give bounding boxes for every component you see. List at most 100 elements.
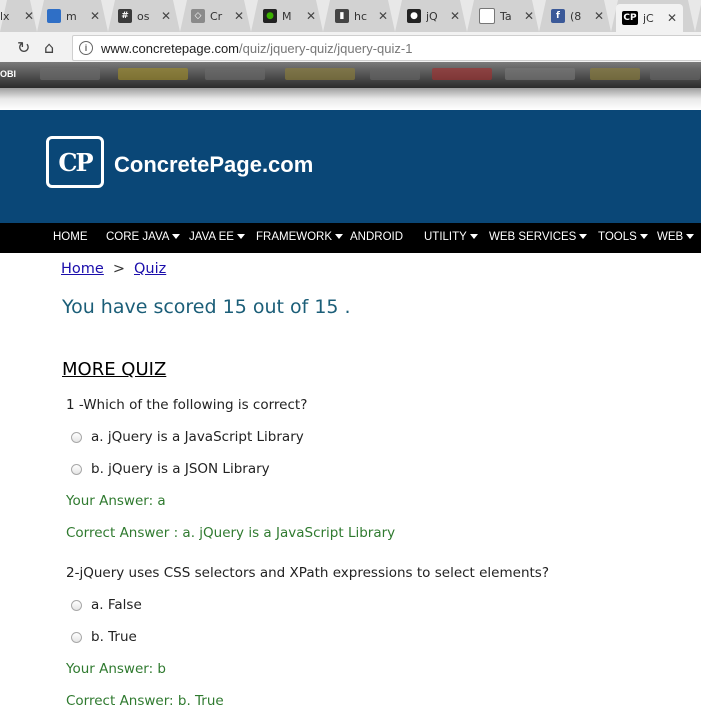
option-label: a. jQuery is a JavaScript Library <box>91 429 304 445</box>
page-favicon-icon <box>479 8 495 24</box>
radio-button[interactable] <box>71 599 82 611</box>
reload-icon[interactable]: ↻ <box>17 38 30 57</box>
option-label: b. jQuery is a JSON Library <box>91 461 270 477</box>
answer-option[interactable]: b. True <box>71 629 137 645</box>
bookmark-item[interactable] <box>590 68 640 80</box>
tab-divider <box>316 0 330 32</box>
browser-tab[interactable]: lx ✕ <box>0 3 34 29</box>
close-icon[interactable]: ✕ <box>234 9 244 23</box>
concretepage-favicon-icon: CP <box>622 11 638 25</box>
tab-divider <box>388 0 402 32</box>
tab-title: m <box>66 9 77 23</box>
question-text: 2-jQuery uses CSS selectors and XPath ex… <box>66 565 549 581</box>
close-icon[interactable]: ✕ <box>450 9 460 23</box>
browser-tab-strip: lx ✕ m ✕ # os ✕ ◇ Cr ✕ ● M ✕ ▮ hc ✕ ● jQ… <box>0 0 701 32</box>
browser-tab[interactable]: # os ✕ <box>118 3 171 29</box>
url-host: www.concretepage.com <box>101 40 240 56</box>
url-path: /quiz/jquery-quiz/jquery-quiz-1 <box>239 40 413 56</box>
answer-option[interactable]: a. jQuery is a JavaScript Library <box>71 429 304 445</box>
tab-title: (8 <box>570 9 582 23</box>
close-icon[interactable]: ✕ <box>161 9 171 23</box>
home-icon[interactable]: ⌂ <box>44 38 54 57</box>
tab-divider <box>173 0 187 32</box>
bookmark-item[interactable] <box>505 68 575 80</box>
codepen-favicon-icon: ◇ <box>191 9 205 23</box>
radio-button[interactable] <box>71 631 82 643</box>
question-text: 1 -Which of the following is correct? <box>66 397 308 413</box>
caret-down-icon <box>236 234 245 239</box>
bookmark-item[interactable] <box>650 68 700 80</box>
browser-tab[interactable]: ● jQ ✕ <box>407 3 460 29</box>
facebook-favicon-icon: f <box>551 9 565 23</box>
correct-answer: Correct Answer: b. True <box>66 693 224 709</box>
close-icon[interactable]: ✕ <box>667 11 677 25</box>
correct-answer: Correct Answer : a. jQuery is a JavaScri… <box>66 525 396 541</box>
site-header: CP ConcretePage.com <box>0 110 701 223</box>
browser-toolbar: ↻ ⌂ i www.concretepage.com/quiz/jquery-q… <box>0 32 701 62</box>
blurred-region <box>0 88 701 110</box>
tab-title: lx <box>0 9 10 23</box>
breadcrumb-home-link[interactable]: Home <box>61 261 104 277</box>
github-favicon-icon: ● <box>407 9 421 23</box>
tab-divider <box>532 0 546 32</box>
option-label: a. False <box>91 597 142 613</box>
close-icon[interactable]: ✕ <box>90 9 100 23</box>
breadcrumb-quiz-link[interactable]: Quiz <box>134 261 166 277</box>
radio-button[interactable] <box>71 463 82 475</box>
your-answer: Your Answer: a <box>66 493 166 509</box>
caret-down-icon <box>579 234 588 239</box>
tab-title: Cr <box>210 9 223 23</box>
tab-divider <box>30 0 44 32</box>
tab-divider <box>244 0 258 32</box>
tab-divider <box>101 0 115 32</box>
info-icon[interactable]: i <box>79 41 93 55</box>
answer-option[interactable]: b. jQuery is a JSON Library <box>71 461 270 477</box>
site-name[interactable]: ConcretePage.com <box>114 152 313 178</box>
browser-tab[interactable]: ◇ Cr ✕ <box>191 3 244 29</box>
green-dot-favicon-icon: ● <box>263 9 277 23</box>
browser-tab[interactable]: Ta ✕ <box>479 3 534 29</box>
trello-favicon-icon: ▮ <box>335 9 349 23</box>
close-icon[interactable]: ✕ <box>306 9 316 23</box>
nav-item-web[interactable]: WEB <box>657 231 695 243</box>
browser-tab[interactable]: ● M ✕ <box>263 3 316 29</box>
your-answer: Your Answer: b <box>66 661 167 677</box>
bookmark-item[interactable] <box>40 68 100 80</box>
main-content: Home > Quiz You have scored 15 out of 15 .… <box>0 253 701 717</box>
caret-down-icon <box>335 234 344 239</box>
tab-title: M <box>282 9 292 23</box>
caret-down-icon <box>686 234 695 239</box>
nav-item-java-ee[interactable]: JAVA EE <box>189 231 245 243</box>
nav-item-framework[interactable]: FRAMEWORK <box>256 231 344 243</box>
bookmark-item[interactable] <box>370 68 420 80</box>
nav-item-android[interactable]: ANDROID <box>350 231 403 243</box>
close-icon[interactable]: ✕ <box>594 9 604 23</box>
bookmark-item[interactable] <box>118 68 188 80</box>
browser-tab[interactable]: m ✕ <box>47 3 100 29</box>
bookmark-label: OBI <box>0 69 17 79</box>
browser-tab[interactable]: ▮ hc ✕ <box>335 3 388 29</box>
bookmark-item[interactable] <box>432 68 492 80</box>
more-quiz-link[interactable]: MORE QUIZ <box>62 359 166 380</box>
close-icon[interactable]: ✕ <box>378 9 388 23</box>
address-bar[interactable]: i www.concretepage.com/quiz/jquery-quiz/… <box>72 35 701 61</box>
breadcrumb-separator: > <box>112 261 125 277</box>
nav-item-home[interactable]: HOME <box>53 231 88 243</box>
breadcrumb: Home > Quiz <box>61 261 166 277</box>
radio-button[interactable] <box>71 431 82 443</box>
bookmark-item[interactable] <box>285 68 355 80</box>
tab-title: Ta <box>500 9 512 23</box>
tab-title: jC <box>643 11 654 25</box>
browser-tab[interactable]: f (8 ✕ <box>551 3 604 29</box>
site-logo[interactable]: CP <box>46 136 104 188</box>
nav-item-tools[interactable]: TOOLS <box>598 231 648 243</box>
nav-item-web-services[interactable]: WEB SERVICES <box>489 231 588 243</box>
nav-item-utility[interactable]: UTILITY <box>424 231 478 243</box>
bookmark-item[interactable] <box>205 68 265 80</box>
browser-tab-active[interactable]: CP jC ✕ <box>616 4 684 32</box>
nav-item-core-java[interactable]: CORE JAVA <box>106 231 181 243</box>
bookmarks-bar: OBI <box>0 62 701 88</box>
score-message: You have scored 15 out of 15 . <box>62 296 351 318</box>
answer-option[interactable]: a. False <box>71 597 142 613</box>
tab-divider <box>460 0 474 32</box>
